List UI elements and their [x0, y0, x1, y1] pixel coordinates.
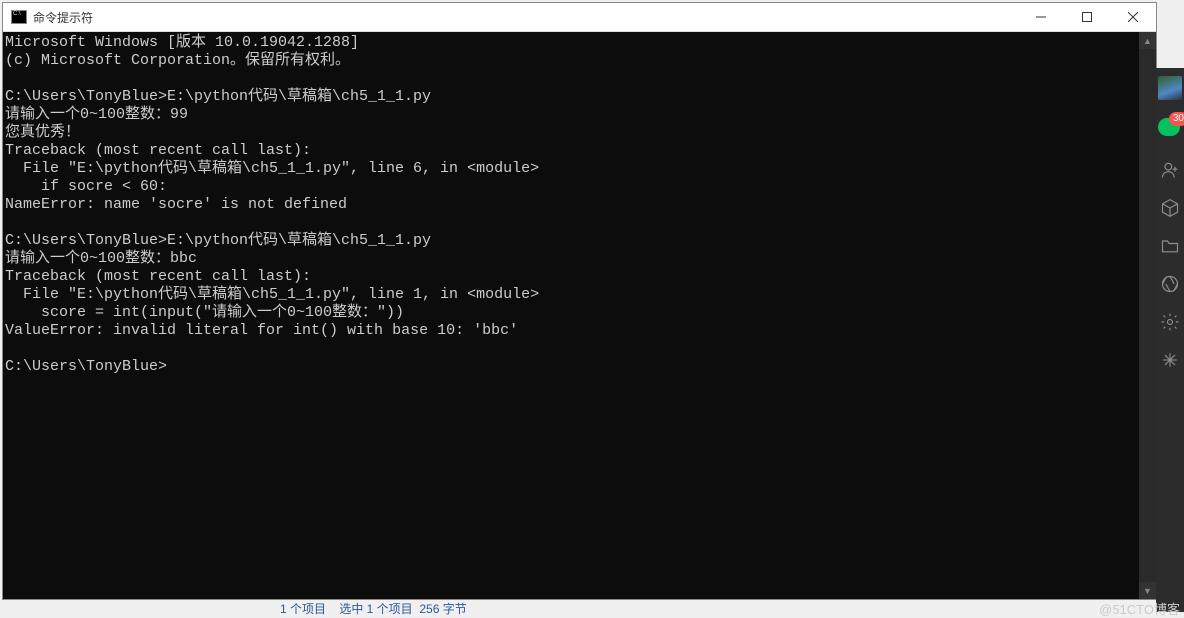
scroll-down-arrow[interactable]: ▼	[1139, 582, 1156, 599]
right-dock: 30	[1156, 68, 1184, 612]
cube-icon[interactable]	[1160, 198, 1180, 218]
console-output[interactable]: Microsoft Windows [版本 10.0.19042.1288] (…	[3, 32, 1139, 599]
notification-badge: 30	[1169, 112, 1184, 126]
scroll-up-arrow[interactable]: ▲	[1139, 32, 1156, 49]
user-icon[interactable]	[1160, 160, 1180, 180]
console-area: Microsoft Windows [版本 10.0.19042.1288] (…	[3, 32, 1156, 599]
dock-chat-icon[interactable]: 30	[1158, 118, 1182, 142]
maximize-button[interactable]	[1064, 3, 1110, 32]
vertical-scrollbar[interactable]: ▲ ▼	[1139, 32, 1156, 599]
dock-thumbnail[interactable]	[1158, 76, 1182, 100]
status-bar-fragment: 1 个项目 选中 1 个项目 256 字节	[280, 600, 467, 617]
cmd-window: 命令提示符 Microsoft Windows [版本 10.0.19042.1…	[2, 2, 1157, 600]
titlebar[interactable]: 命令提示符	[3, 3, 1156, 32]
minimize-button[interactable]	[1018, 3, 1064, 32]
window-title: 命令提示符	[33, 9, 93, 26]
sparkle-icon[interactable]	[1160, 350, 1180, 370]
close-button[interactable]	[1110, 3, 1156, 32]
folder-icon[interactable]	[1160, 236, 1180, 256]
watermark-text: @51CTO博客	[1099, 599, 1180, 618]
gear-icon[interactable]	[1160, 312, 1180, 332]
cmd-icon	[11, 10, 27, 24]
aperture-icon[interactable]	[1160, 274, 1180, 294]
